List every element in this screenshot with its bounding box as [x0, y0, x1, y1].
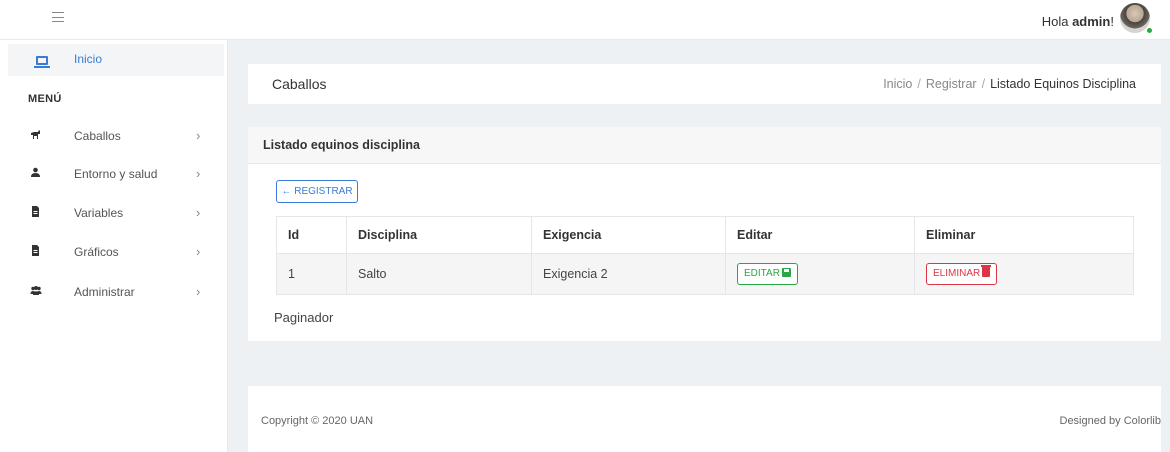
- column-header-eliminar: Eliminar: [914, 216, 1134, 254]
- sidebar-item-variables[interactable]: Variables ›: [0, 203, 228, 225]
- chevron-right-icon: ›: [196, 128, 201, 143]
- sidebar-item-label: Administrar: [74, 285, 135, 299]
- card-title: Listado equinos disciplina: [263, 138, 420, 152]
- save-icon: [781, 268, 791, 277]
- chevron-right-icon: ›: [196, 166, 201, 181]
- sidebar-item-administrar[interactable]: Administrar ›: [0, 282, 228, 304]
- laptop-icon: [34, 56, 50, 68]
- register-button[interactable]: ← REGISTRAR: [276, 180, 358, 203]
- page-header: Caballos Inicio / Registrar / Listado Equino…: [248, 64, 1161, 104]
- breadcrumb-registrar[interactable]: Registrar: [926, 77, 977, 91]
- breadcrumb-current: Listado Equinos Disciplina: [990, 77, 1136, 91]
- sidebar-item-label: Variables: [74, 206, 124, 220]
- sidebar-item-label: Caballos: [74, 129, 121, 143]
- delete-button[interactable]: ELIMINAR: [926, 263, 998, 285]
- cell-exigencia: Exigencia 2: [531, 253, 726, 295]
- column-header-exigencia: Exigencia: [531, 216, 726, 254]
- chevron-right-icon: ›: [196, 284, 201, 299]
- cell-id: 1: [276, 253, 347, 295]
- page-title: Caballos: [272, 76, 327, 92]
- data-table: Id Disciplina Exigencia Editar Eliminar …: [276, 216, 1134, 295]
- sidebar-item-label: Entorno y salud: [74, 167, 158, 181]
- designed-by-link[interactable]: Designed by Colorlib: [1060, 415, 1162, 427]
- cell-eliminar: ELIMINAR: [914, 253, 1134, 295]
- chevron-right-icon: ›: [196, 205, 201, 220]
- menu-toggle-icon[interactable]: [52, 12, 64, 22]
- file-icon: [30, 206, 40, 217]
- sidebar-item-label: Gráficos: [74, 245, 119, 259]
- column-header-editar: Editar: [725, 216, 915, 254]
- edit-button[interactable]: EDITAR: [737, 263, 798, 285]
- horse-icon: [30, 129, 40, 140]
- breadcrumb: Inicio / Registrar / Listado Equinos Discipl…: [883, 77, 1136, 91]
- copyright-text: Copyright © 2020 UAN: [261, 415, 374, 427]
- breadcrumb-inicio[interactable]: Inicio: [883, 77, 912, 91]
- sidebar-item-caballos[interactable]: Caballos ›: [0, 126, 228, 148]
- cell-disciplina: Salto: [346, 253, 532, 295]
- sidebar-item-inicio[interactable]: Inicio: [8, 44, 224, 76]
- column-header-id: Id: [276, 216, 347, 254]
- card-header: Listado equinos disciplina: [248, 127, 1161, 164]
- listing-card: Listado equinos disciplina ← REGISTRAR I…: [248, 127, 1161, 341]
- file-icon: [30, 245, 40, 256]
- username: admin: [1072, 14, 1111, 29]
- paginator: Paginador: [274, 310, 334, 325]
- column-header-disciplina: Disciplina: [346, 216, 532, 254]
- chevron-right-icon: ›: [196, 244, 201, 259]
- users-icon: [30, 285, 42, 296]
- online-status-icon: [1146, 27, 1153, 34]
- sidebar-item-label: Inicio: [74, 52, 103, 66]
- table-header-row: Id Disciplina Exigencia Editar Eliminar: [276, 216, 1134, 254]
- top-bar: Hola admin!: [0, 0, 1170, 40]
- sidebar: Inicio MENÚ Caballos › Entorno y salud ›…: [0, 40, 228, 452]
- user-icon: [30, 167, 40, 178]
- menu-heading: MENÚ: [28, 93, 62, 105]
- trash-icon: [981, 265, 992, 277]
- table-row: 1 Salto Exigencia 2 EDITAR ELIMINAR: [276, 253, 1134, 295]
- sidebar-item-graficos[interactable]: Gráficos ›: [0, 242, 228, 264]
- user-greeting[interactable]: Hola admin!: [1042, 14, 1114, 29]
- footer: Copyright © 2020 UAN Designed by Colorli…: [248, 386, 1161, 452]
- sidebar-item-entorno-salud[interactable]: Entorno y salud ›: [0, 164, 228, 186]
- cell-editar: EDITAR: [725, 253, 915, 295]
